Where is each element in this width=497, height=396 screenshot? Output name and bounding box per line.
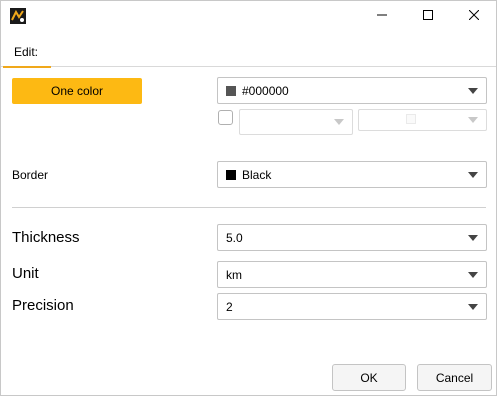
unit-label: Unit [12, 265, 39, 282]
border-select[interactable]: Black [217, 161, 487, 188]
maximize-button[interactable] [405, 1, 451, 31]
active-tab-indicator [3, 66, 51, 68]
tab-edit[interactable]: Edit: [3, 37, 51, 68]
cancel-button-label: Cancel [435, 370, 474, 385]
chevron-down-icon [468, 117, 478, 123]
title-bar [1, 1, 496, 31]
precision-label: Precision [12, 297, 74, 314]
border-color-swatch [226, 169, 236, 180]
tab-bar: Edit: [1, 37, 496, 68]
close-icon [468, 9, 480, 23]
border-select-value: Black [242, 167, 272, 182]
chevron-down-icon [468, 234, 478, 241]
secondary-select-1[interactable] [239, 109, 353, 135]
ok-button[interactable]: OK [332, 364, 406, 391]
precision-value: 2 [226, 299, 233, 314]
chevron-down-icon [468, 87, 478, 94]
maximize-icon [423, 9, 433, 23]
unit-value: km [226, 267, 242, 282]
minimize-icon [377, 9, 387, 23]
chevron-down-icon [468, 171, 478, 178]
section-divider [12, 207, 486, 208]
ok-button-label: OK [360, 370, 378, 385]
cancel-button[interactable]: Cancel [417, 364, 492, 391]
thickness-value: 5.0 [226, 230, 243, 245]
app-logo-icon [10, 8, 26, 24]
border-label: Border [12, 168, 49, 182]
color-swatch [226, 85, 236, 96]
precision-select[interactable]: 2 [217, 293, 487, 320]
tab-edit-label: Edit: [13, 45, 38, 59]
one-color-label: One color [50, 84, 104, 98]
chevron-down-icon [468, 271, 478, 278]
close-button[interactable] [451, 1, 497, 31]
thickness-label: Thickness [12, 229, 80, 246]
color-select-value: #000000 [242, 83, 289, 98]
chevron-down-icon [468, 303, 478, 310]
dialog-window: Edit: One color #000000 Border Black Thi… [0, 0, 497, 396]
secondary-select-2[interactable] [358, 109, 487, 131]
secondary-swatch [406, 114, 416, 124]
color-select[interactable]: #000000 [217, 77, 487, 104]
minimize-button[interactable] [359, 1, 405, 31]
one-color-button[interactable]: One color [12, 78, 142, 104]
thickness-select[interactable]: 5.0 [217, 224, 487, 251]
chevron-down-icon [334, 119, 344, 125]
secondary-color-checkbox[interactable] [218, 110, 233, 125]
unit-select[interactable]: km [217, 261, 487, 288]
